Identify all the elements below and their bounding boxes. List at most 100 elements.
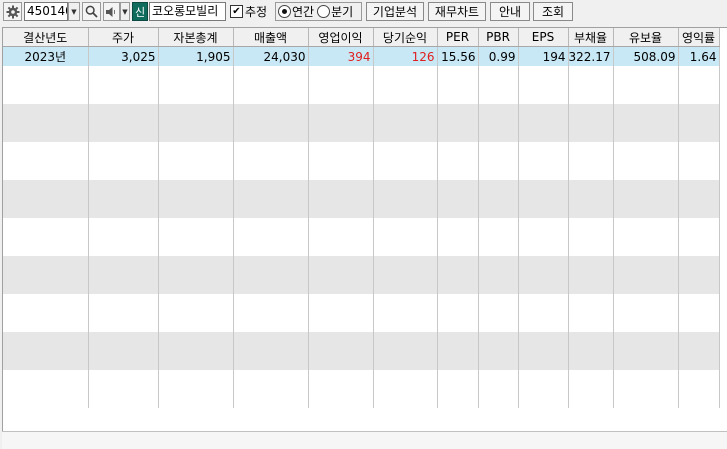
- col-header-operating-profit[interactable]: 영업이익: [308, 28, 374, 47]
- query-button[interactable]: 조회: [533, 2, 573, 21]
- table-cell: 322.17: [568, 46, 614, 66]
- table-row-empty[interactable]: [3, 294, 720, 313]
- table-cell: [233, 161, 309, 180]
- col-header-price[interactable]: 주가: [88, 28, 159, 47]
- table-row-empty[interactable]: [3, 66, 720, 85]
- table-cell: [478, 123, 519, 142]
- estimate-checkbox[interactable]: ✔ 추정: [230, 2, 272, 21]
- col-header-year[interactable]: 결산년도: [3, 28, 89, 47]
- period-radio-group: 연간 분기: [275, 2, 362, 21]
- chevron-down-icon: ▼: [71, 7, 77, 16]
- table-cell: [3, 294, 89, 313]
- table-cell: [437, 199, 479, 218]
- col-header-pbr[interactable]: PBR: [478, 28, 519, 47]
- table-cell: [158, 199, 234, 218]
- col-header-debt-ratio[interactable]: 부채율: [568, 28, 614, 47]
- radio-annual[interactable]: [278, 5, 291, 18]
- table-cell: [233, 275, 309, 294]
- table-cell: [678, 85, 720, 104]
- table-cell: [478, 351, 519, 370]
- table-cell: [478, 294, 519, 313]
- table-row-empty[interactable]: [3, 370, 720, 389]
- col-header-revenue[interactable]: 매출액: [233, 28, 309, 47]
- table-row-empty[interactable]: [3, 199, 720, 218]
- table-row-empty[interactable]: [3, 256, 720, 275]
- table-cell: [613, 85, 679, 104]
- table-row-empty[interactable]: [3, 332, 720, 351]
- table-row-empty[interactable]: [3, 351, 720, 370]
- stock-code-dropdown[interactable]: ▼: [68, 2, 80, 21]
- table-cell: [88, 180, 159, 199]
- table-row-empty[interactable]: [3, 389, 720, 408]
- sound-dropdown[interactable]: ▼: [120, 2, 130, 21]
- table-cell: [678, 180, 720, 199]
- stock-name-field: 코오롱모빌리: [149, 2, 226, 21]
- sound-button[interactable]: [103, 2, 120, 21]
- table-cell: [518, 218, 569, 237]
- table-cell: [233, 294, 309, 313]
- table-cell: [518, 389, 569, 408]
- table-cell: [518, 313, 569, 332]
- col-header-net-income[interactable]: 당기순익: [373, 28, 438, 47]
- table-cell: [568, 275, 614, 294]
- settings-button[interactable]: [3, 2, 22, 21]
- radio-annual-label[interactable]: 연간: [292, 3, 314, 20]
- table-cell: [678, 237, 720, 256]
- table-row-empty[interactable]: [3, 142, 720, 161]
- col-header-operating-margin[interactable]: 영익률: [678, 28, 720, 47]
- table-row-empty[interactable]: [3, 180, 720, 199]
- radio-quarterly-label[interactable]: 분기: [331, 3, 353, 20]
- table-cell: [568, 370, 614, 389]
- table-cell: [308, 85, 374, 104]
- table-cell: [88, 256, 159, 275]
- table-row-empty[interactable]: [3, 313, 720, 332]
- table-cell: [613, 161, 679, 180]
- table-cell: [373, 275, 438, 294]
- col-header-reserve-ratio[interactable]: 유보율: [613, 28, 679, 47]
- table-cell: [568, 66, 614, 85]
- table-row-empty[interactable]: [3, 104, 720, 123]
- table-cell: [518, 256, 569, 275]
- table-cell: [233, 313, 309, 332]
- table-cell: [3, 332, 89, 351]
- table-cell: [518, 66, 569, 85]
- table-cell: [613, 180, 679, 199]
- table-cell: [518, 180, 569, 199]
- table-cell: [88, 142, 159, 161]
- guide-button[interactable]: 안내: [490, 2, 530, 21]
- table-cell: [518, 294, 569, 313]
- table-row-empty[interactable]: [3, 275, 720, 294]
- table-row-empty[interactable]: [3, 237, 720, 256]
- table-row-empty[interactable]: [3, 161, 720, 180]
- table-cell: [158, 66, 234, 85]
- table-cell: [373, 237, 438, 256]
- financial-chart-button[interactable]: 재무차트: [428, 2, 486, 21]
- radio-quarterly[interactable]: [317, 5, 331, 18]
- table-cell: [233, 142, 309, 161]
- table-cell: [373, 180, 438, 199]
- stock-code-input[interactable]: 450140: [24, 2, 68, 21]
- company-analysis-button[interactable]: 기업분석: [366, 2, 424, 21]
- table-cell: 508.09: [613, 46, 679, 66]
- financial-table: 결산년도 주가 자본총계 매출액 영업이익 당기순익 PER PBR EPS 부…: [3, 28, 720, 408]
- table-cell: [478, 218, 519, 237]
- table-cell: [613, 199, 679, 218]
- table-cell: [568, 256, 614, 275]
- table-row-empty[interactable]: [3, 218, 720, 237]
- table-cell: [233, 180, 309, 199]
- table-cell: 194: [518, 46, 569, 66]
- table-cell: [308, 313, 374, 332]
- search-button[interactable]: [82, 2, 101, 21]
- table-cell: [373, 123, 438, 142]
- table-row-empty[interactable]: [3, 85, 720, 104]
- checkbox-icon: ✔: [230, 5, 243, 18]
- table-cell: [158, 351, 234, 370]
- col-header-eps[interactable]: EPS: [518, 28, 569, 47]
- table-row[interactable]: 2023년 3,025 1,905 24,030 394 126 15.56 0.99 194 3…: [3, 46, 720, 66]
- table-cell: [568, 123, 614, 142]
- table-row-empty[interactable]: [3, 123, 720, 142]
- table-cell: [88, 123, 159, 142]
- col-header-equity[interactable]: 자본총계: [158, 28, 234, 47]
- table-cell: [308, 370, 374, 389]
- col-header-per[interactable]: PER: [437, 28, 479, 47]
